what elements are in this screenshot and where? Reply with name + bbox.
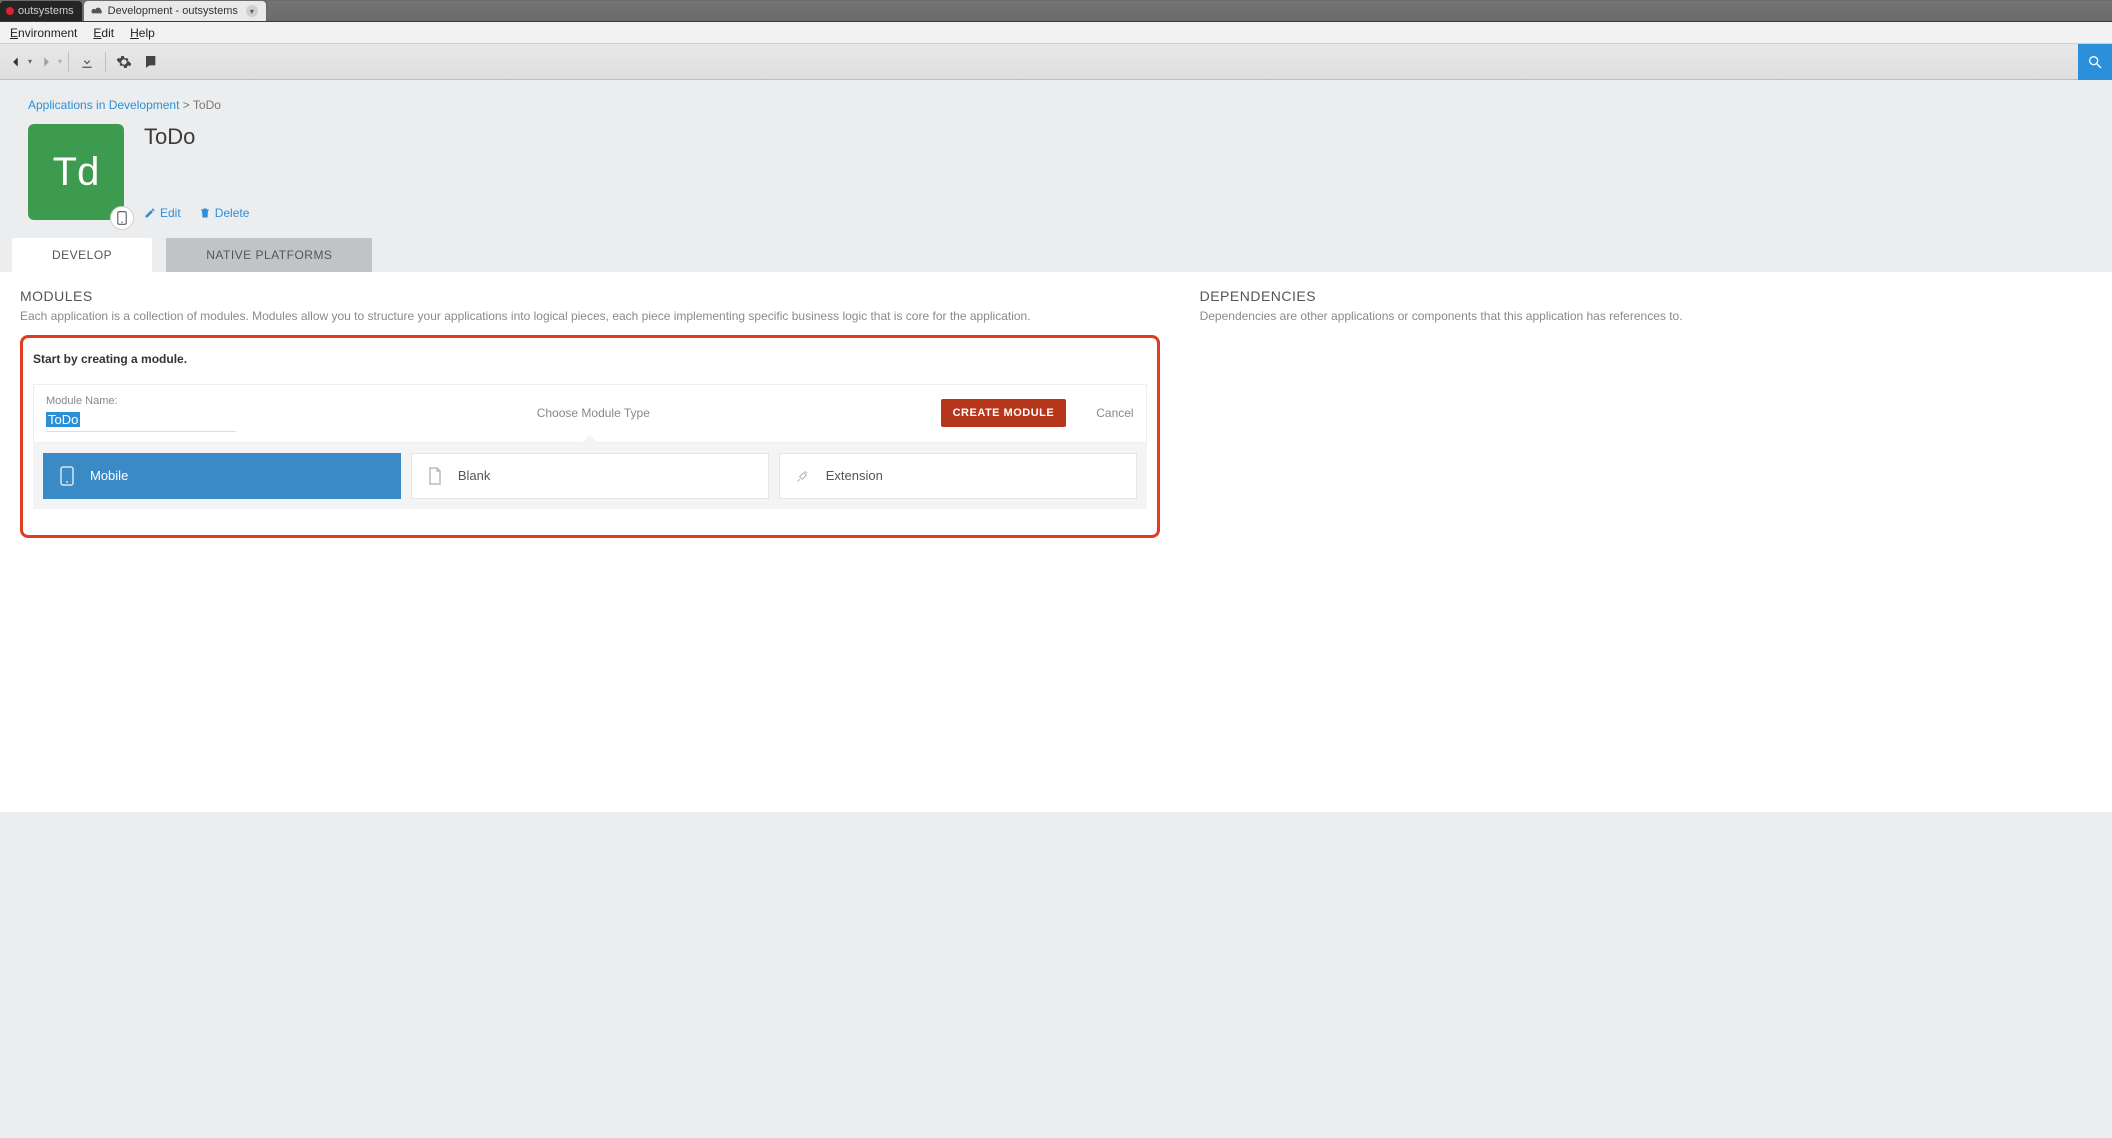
module-type-blank[interactable]: Blank <box>411 453 769 499</box>
menu-bar: Environment Edit Help <box>0 22 2112 44</box>
outsystems-logo-icon <box>6 7 14 15</box>
toolbar-separator <box>105 52 106 72</box>
cloud-icon <box>90 6 104 16</box>
back-history-dropdown[interactable]: ▾ <box>28 57 32 66</box>
module-name-label: Module Name: <box>46 395 246 407</box>
tab-dropdown-icon[interactable]: ▾ <box>246 5 258 17</box>
delete-app-link[interactable]: Delete <box>199 206 250 220</box>
app-icon-wrap: Td <box>28 124 124 220</box>
content-area: Applications in Development > ToDo Td To… <box>0 80 2112 1138</box>
forward-button[interactable] <box>34 50 58 74</box>
breadcrumb-root-link[interactable]: Applications in Development <box>28 98 179 112</box>
module-type-mobile[interactable]: Mobile <box>43 453 401 499</box>
delete-label: Delete <box>215 206 250 220</box>
app-icon-text: Td <box>53 150 100 195</box>
toolbar: ▾ ▾ <box>0 44 2112 80</box>
document-icon <box>426 467 444 485</box>
browser-tab-label: outsystems <box>18 5 74 17</box>
dependencies-description: Dependencies are other applications or c… <box>1200 308 2092 325</box>
module-type-extension[interactable]: Extension <box>779 453 1137 499</box>
mobile-badge-icon <box>110 206 134 230</box>
module-name-field: Module Name: ToDo <box>46 395 246 432</box>
forward-history-dropdown[interactable]: ▾ <box>58 57 62 66</box>
module-type-label: Extension <box>826 468 883 483</box>
pencil-icon <box>144 207 156 219</box>
create-module-button[interactable]: CREATE MODULE <box>941 399 1067 427</box>
modules-heading: MODULES <box>20 288 1160 304</box>
app-title: ToDo <box>144 124 249 150</box>
tab-develop[interactable]: DEVELOP <box>12 238 152 272</box>
browser-tab-strip: outsystems Development - outsystems ▾ <box>0 0 2112 22</box>
search-button[interactable] <box>2078 44 2112 80</box>
mobile-icon <box>58 466 76 486</box>
toolbar-separator <box>68 52 69 72</box>
edit-label: Edit <box>160 206 181 220</box>
trash-icon <box>199 207 211 219</box>
module-name-value: ToDo <box>46 412 80 427</box>
module-type-label: Mobile <box>90 468 128 483</box>
breadcrumb: Applications in Development > ToDo <box>0 80 2112 120</box>
module-type-row: Mobile Blank Extension <box>33 443 1147 509</box>
edit-app-link[interactable]: Edit <box>144 206 181 220</box>
browser-tab-label: Development - outsystems <box>108 5 238 17</box>
modules-description: Each application is a collection of modu… <box>20 308 1160 325</box>
module-name-input[interactable]: ToDo <box>46 409 236 432</box>
browser-tab-strip-blur <box>268 1 2112 21</box>
tab-native-platforms[interactable]: NATIVE PLATFORMS <box>166 238 372 272</box>
modules-column: MODULES Each application is a collection… <box>20 288 1160 538</box>
breadcrumb-current: ToDo <box>193 98 221 112</box>
plug-icon <box>794 468 812 484</box>
start-hint: Start by creating a module. <box>33 352 1147 366</box>
settings-button[interactable] <box>112 50 136 74</box>
download-button[interactable] <box>75 50 99 74</box>
tab-body: MODULES Each application is a collection… <box>0 272 2112 812</box>
choose-type-label: Choose Module Type <box>266 406 921 420</box>
app-header: Td ToDo Edit Delete <box>0 120 2112 238</box>
dependencies-heading: DEPENDENCIES <box>1200 288 2092 304</box>
app-icon: Td <box>28 124 124 220</box>
create-module-highlight: Start by creating a module. Module Name:… <box>20 335 1160 538</box>
menu-environment[interactable]: Environment <box>4 24 83 42</box>
browser-tab-development[interactable]: Development - outsystems ▾ <box>84 1 266 21</box>
menu-edit[interactable]: Edit <box>87 24 120 42</box>
back-button[interactable] <box>4 50 28 74</box>
browser-tab-outsystems[interactable]: outsystems <box>0 1 82 21</box>
menu-help[interactable]: Help <box>124 24 161 42</box>
module-type-label: Blank <box>458 468 491 483</box>
feedback-button[interactable] <box>138 50 162 74</box>
cancel-link[interactable]: Cancel <box>1096 406 1133 420</box>
page-tabs: DEVELOP NATIVE PLATFORMS <box>0 238 2112 272</box>
dependencies-column: DEPENDENCIES Dependencies are other appl… <box>1200 288 2092 325</box>
breadcrumb-separator: > <box>183 98 193 112</box>
